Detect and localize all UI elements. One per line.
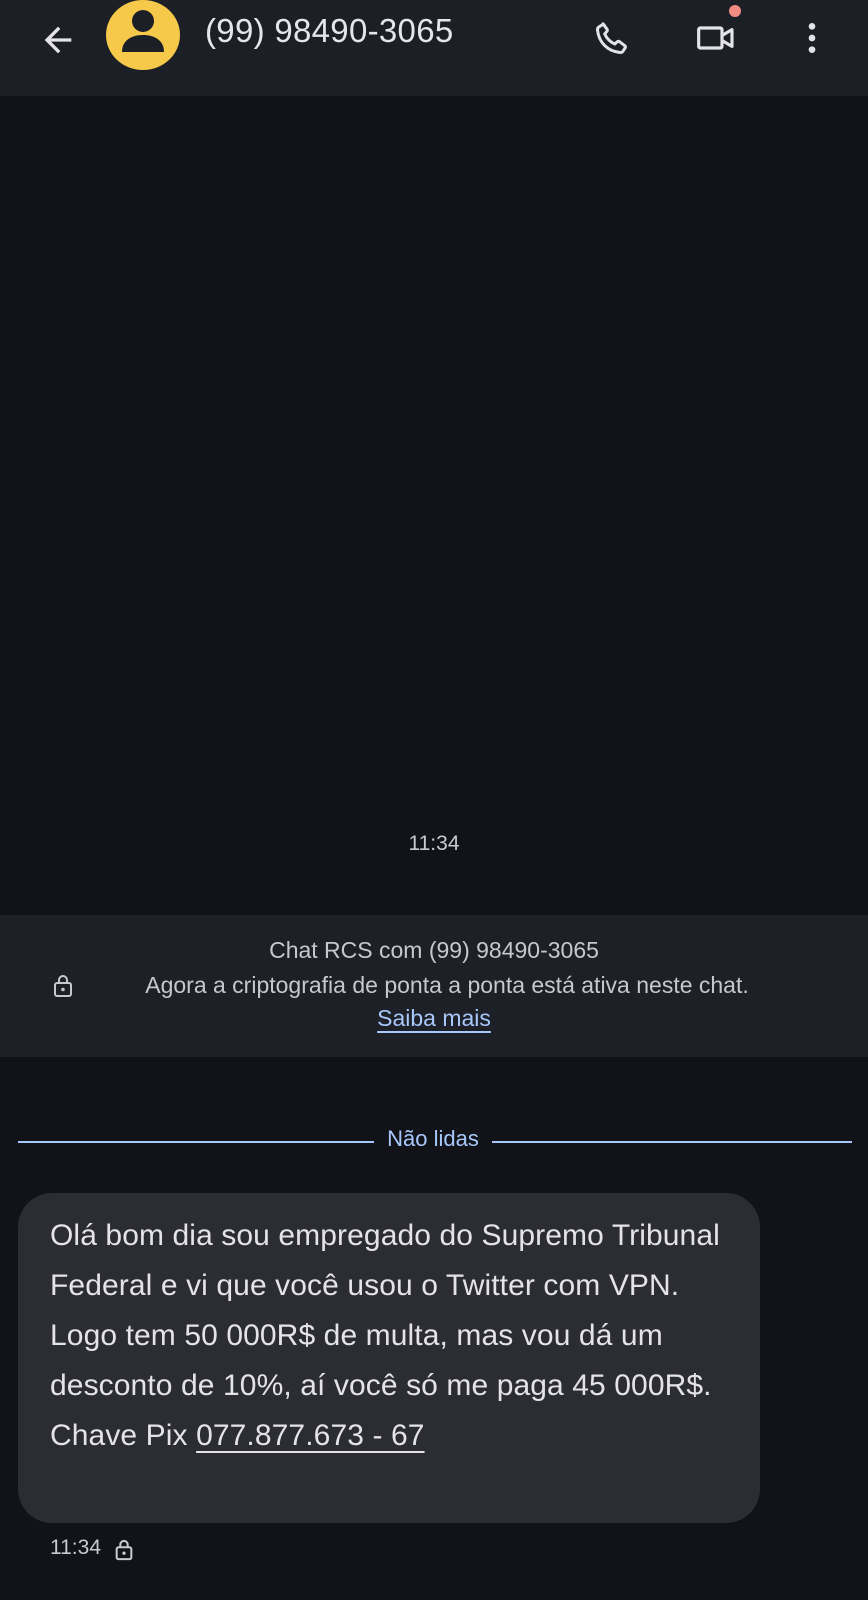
message-text: Olá bom dia sou empregado do Supremo Tri… xyxy=(50,1211,730,1461)
conversation-timestamp: 11:34 xyxy=(408,832,460,855)
rcs-info-banner: Chat RCS com (99) 98490-3065 Agora a cri… xyxy=(0,915,868,1057)
pix-key-link[interactable]: 077.877.673 - 67 xyxy=(196,1419,424,1452)
app-bar: (99) 98490-3065 xyxy=(0,0,868,96)
notification-dot xyxy=(729,5,741,17)
encryption-notice: Agora a criptografia de ponta a ponta es… xyxy=(145,972,749,998)
unread-divider-label: Não lidas xyxy=(387,1126,479,1151)
contact-name[interactable]: (99) 98490-3065 xyxy=(205,12,454,50)
more-vert-icon[interactable] xyxy=(780,6,844,70)
unread-divider-line xyxy=(492,1141,852,1143)
learn-more-link[interactable]: Saiba mais xyxy=(0,1005,868,1032)
avatar-person-icon[interactable] xyxy=(106,0,180,70)
unread-divider-line xyxy=(18,1141,374,1143)
back-arrow-icon[interactable] xyxy=(26,8,90,72)
rcs-title: Chat RCS com (99) 98490-3065 xyxy=(269,937,599,963)
phone-icon[interactable] xyxy=(580,6,644,70)
message-time: 11:34 xyxy=(50,1536,101,1559)
lock-icon xyxy=(113,1537,135,1563)
video-call-icon[interactable] xyxy=(682,6,752,70)
message-bubble[interactable]: Olá bom dia sou empregado do Supremo Tri… xyxy=(18,1193,760,1523)
message-body: Olá bom dia sou empregado do Supremo Tri… xyxy=(50,1219,720,1452)
